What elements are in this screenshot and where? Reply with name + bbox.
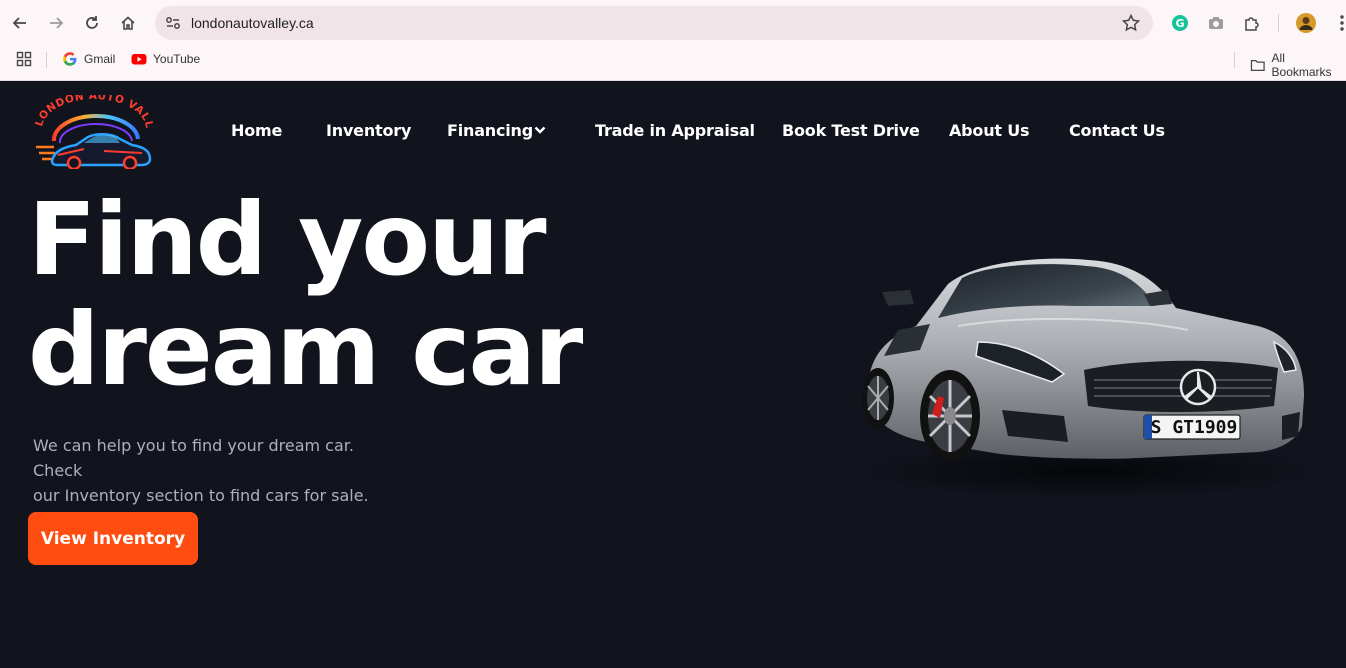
- reload-button[interactable]: [80, 11, 104, 35]
- rear-wheel: [862, 368, 894, 428]
- all-bookmarks-label: All Bookmarks: [1271, 51, 1332, 79]
- extensions-puzzle-icon[interactable]: [1240, 11, 1264, 35]
- url-text[interactable]: londonautovalley.ca: [191, 15, 314, 31]
- forward-arrow-icon: [50, 17, 64, 29]
- nav-inventory[interactable]: Inventory: [326, 121, 411, 140]
- svg-text:G: G: [1175, 17, 1184, 30]
- hero-title-line-2: dream car: [28, 291, 583, 408]
- view-inventory-button[interactable]: View Inventory: [28, 512, 198, 565]
- back-button[interactable]: [8, 11, 32, 35]
- bookmarks-divider: [46, 52, 47, 68]
- bookmark-star-icon[interactable]: [1121, 12, 1141, 34]
- nav-financing[interactable]: Financing: [447, 121, 533, 140]
- front-wheel: [920, 370, 980, 462]
- browser-menu-icon[interactable]: [1330, 11, 1346, 35]
- forward-button[interactable]: [44, 11, 68, 35]
- folder-icon: [1250, 60, 1265, 71]
- apps-grid-icon[interactable]: [16, 51, 32, 67]
- london-auto-valley-logo[interactable]: LONDON AUTO VALLEY: [34, 95, 154, 169]
- nav-about-us[interactable]: About Us: [949, 121, 1030, 140]
- hero-car-image: S GT1909: [848, 258, 1310, 496]
- home-icon: [121, 16, 135, 30]
- hero-title: Find your dream car: [28, 181, 583, 408]
- bookmark-gmail[interactable]: Gmail: [62, 51, 115, 67]
- bookmarks-divider: [1234, 52, 1235, 68]
- bookmark-label: YouTube: [153, 52, 201, 66]
- website-page: LONDON AUTO VALLEY Home Inventory Financ…: [0, 81, 1346, 668]
- all-bookmarks-folder[interactable]: All Bookmarks: [1250, 51, 1346, 79]
- back-arrow-icon: [12, 17, 26, 29]
- browser-chrome: londonautovalley.ca G Gmail YouTube All …: [0, 0, 1346, 81]
- site-info-icon[interactable]: [163, 13, 183, 33]
- license-plate-text: S GT1909: [1151, 417, 1238, 438]
- camera-extension-icon[interactable]: [1204, 11, 1228, 35]
- hero-title-line-1: Find your: [28, 181, 547, 298]
- toolbar-divider: [1278, 14, 1279, 32]
- bookmark-label: Gmail: [84, 52, 116, 66]
- youtube-icon: [131, 54, 147, 65]
- reload-icon: [86, 16, 98, 29]
- nav-book-test-drive[interactable]: Book Test Drive: [782, 121, 920, 140]
- grammarly-extension-icon[interactable]: G: [1168, 11, 1192, 35]
- profile-avatar[interactable]: [1294, 11, 1318, 35]
- home-button[interactable]: [116, 11, 140, 35]
- hero-subtitle-line-2: our Inventory section to find cars for s…: [33, 486, 369, 505]
- nav-home[interactable]: Home: [231, 121, 282, 140]
- google-icon: [63, 52, 77, 66]
- hero-subtitle: We can help you to find your dream car. …: [33, 433, 403, 508]
- bookmark-youtube[interactable]: YouTube: [131, 51, 200, 67]
- chevron-down-icon[interactable]: [534, 125, 546, 135]
- nav-contact-us[interactable]: Contact Us: [1069, 121, 1165, 140]
- hero-subtitle-line-1: We can help you to find your dream car. …: [33, 436, 354, 480]
- address-bar[interactable]: londonautovalley.ca: [155, 6, 1153, 40]
- browser-toolbar: londonautovalley.ca G: [0, 0, 1346, 46]
- nav-trade-in-appraisal[interactable]: Trade in Appraisal: [595, 121, 755, 140]
- bookmarks-bar: Gmail YouTube All Bookmarks: [0, 46, 1346, 79]
